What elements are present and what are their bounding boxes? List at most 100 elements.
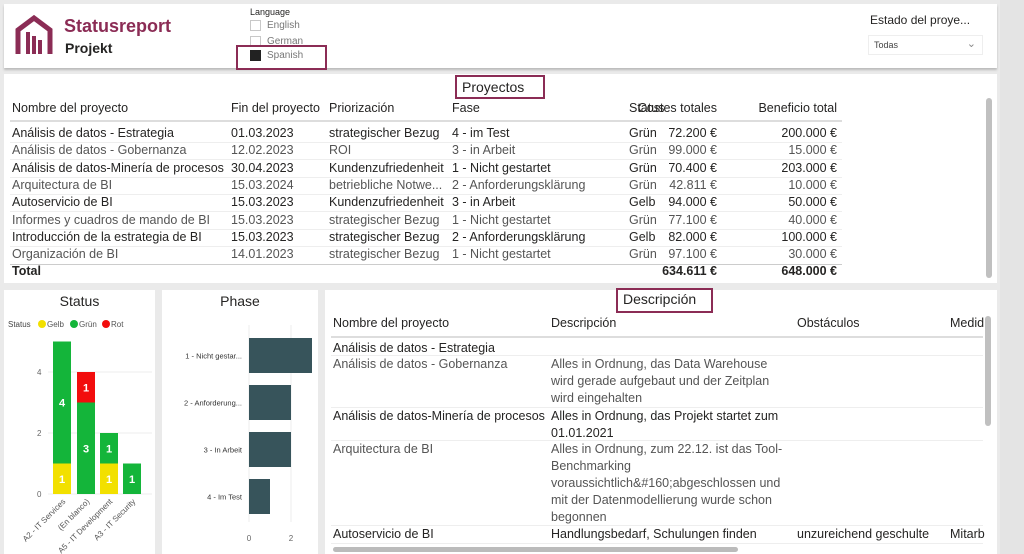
table-cell: Informes y cuadros de mando de BI	[12, 212, 211, 227]
table-row[interactable]: Autoservicio de BI Handlungsbedarf, Schul…	[325, 526, 985, 544]
status-chart-panel: Status Status Gelb Grün Rot 0 2 4 1 4 A2 - IT Ser…	[4, 290, 155, 554]
column-header[interactable]: Fin del proyecto	[231, 101, 320, 115]
table-cell: 77.100 €	[668, 212, 717, 227]
legend-label: Rot	[111, 320, 124, 329]
table-cell: 2 - Anforderungsklärung	[452, 229, 586, 244]
table-cell: Análisis de datos - Gobernanza	[333, 357, 508, 371]
table-row[interactable]: Arquitectura de BI 15.03.2024 betriebliche…	[4, 178, 844, 195]
table-cell: 100.000 €	[781, 229, 837, 244]
projects-table-panel: Proyectos Nombre del proyecto Fin del pro…	[4, 74, 997, 283]
table-cell: strategischer Bezug	[329, 126, 440, 140]
language-option-english[interactable]: English	[250, 20, 300, 31]
highlight-box	[455, 75, 545, 99]
table-cell: 12.02.2023	[231, 143, 294, 158]
table-cell: Alles in Ordnung, zum 22.12. ist das Too…	[551, 442, 783, 524]
language-label: Language	[250, 7, 291, 17]
total-benefit: 648.000 €	[781, 264, 837, 278]
legend-label: Gelb	[47, 320, 64, 329]
x-tick-label: 0	[247, 534, 252, 543]
bar	[249, 432, 291, 467]
data-label: 1	[106, 443, 112, 455]
header-divider	[331, 336, 983, 338]
table-cell: 42.811 €	[669, 177, 717, 192]
table-cell: 15.03.2023	[231, 212, 294, 227]
x-tick-label: 2	[289, 534, 294, 543]
table-cell: Kundenzufriedenheit	[329, 195, 444, 210]
table-cell: 99.000 €	[668, 143, 717, 158]
table-row[interactable]: Autoservicio de BI 15.03.2023 Kundenzufrie…	[4, 195, 844, 212]
table-cell: Alles in Ordnung, das Projekt startet zu…	[551, 409, 779, 440]
y-tick-label: 1 - Nicht gestar...	[185, 352, 242, 361]
column-header[interactable]: Priorización	[329, 101, 394, 115]
phase-chart: 0 2 1 - Nicht gestar... 2 - Anforderung... 3…	[184, 325, 312, 543]
table-cell: 203.000 €	[781, 160, 837, 175]
table-cell: Grün	[629, 177, 657, 192]
table-row[interactable]: Análisis de datos - Gobernanza 12.02.2023…	[4, 143, 844, 160]
legend-marker	[70, 320, 78, 328]
table-cell: 30.04.2023	[231, 160, 294, 175]
background-strip	[1000, 0, 1024, 554]
highlight-box	[236, 45, 327, 70]
table-cell: Gelb	[629, 229, 656, 244]
description-table-panel: Descripción Nombre del proyecto Descripci…	[325, 288, 997, 554]
y-tick-label: 3 - In Arbeit	[204, 446, 243, 455]
table-cell: 15.000 €	[788, 143, 837, 158]
y-tick-label: 0	[37, 490, 42, 499]
table-row[interactable]: Análisis de datos - Estrategia	[325, 340, 985, 356]
y-tick-label: 4	[37, 368, 42, 377]
table-cell: 70.400 €	[668, 160, 717, 175]
table-cell: strategischer Bezug	[329, 229, 440, 244]
table-cell: 30.000 €	[788, 247, 837, 262]
vertical-scrollbar[interactable]	[986, 98, 992, 278]
table-row[interactable]: Análisis de datos - Gobernanza Alles in O…	[325, 356, 985, 408]
column-header[interactable]: Nombre del proyecto	[12, 101, 128, 115]
table-cell: strategischer Bezug	[329, 212, 440, 227]
table-cell: Alles in Ordnung, das Data Warehouse wir…	[551, 357, 770, 405]
vertical-scrollbar[interactable]	[985, 316, 991, 426]
table-cell: 15.03.2024	[231, 177, 294, 192]
filter-value: Todas	[874, 40, 899, 50]
column-header[interactable]: Beneficio total	[758, 101, 837, 115]
table-row[interactable]: Informes y cuadros de mando de BI 15.03.2…	[4, 213, 844, 230]
table-cell: 3 - in Arbeit	[452, 195, 516, 210]
phase-chart-panel: Phase 021 - Nicht gestar... 2 - Anforderu…	[162, 290, 318, 554]
y-tick-label: 4 - Im Test	[207, 493, 243, 502]
column-header[interactable]: Nombre del proyecto	[333, 316, 449, 330]
data-label: 1	[59, 474, 65, 486]
bar	[249, 385, 291, 420]
table-cell: Arquitectura de BI	[12, 177, 113, 192]
table-row[interactable]: Arquitectura de BI Alles in Ordnung, zum …	[325, 441, 985, 526]
table-cell: Mitarb	[950, 527, 985, 541]
header-panel: Statusreport Projekt Language English Ge…	[4, 4, 997, 70]
table-cell: 4 - im Test	[452, 126, 510, 140]
table-row[interactable]: Análisis de datos-Minería de procesos 30.…	[4, 161, 844, 178]
horizontal-scrollbar[interactable]	[333, 547, 738, 552]
table-cell: Gelb	[629, 195, 656, 210]
table-cell: Autoservicio de BI	[12, 195, 113, 210]
column-header[interactable]: Descripción	[551, 316, 616, 330]
y-tick-label: 2	[37, 429, 42, 438]
table-row[interactable]: Organización de BI 14.01.2023 strategische…	[4, 247, 844, 264]
legend-label: Grün	[79, 320, 97, 329]
bar	[249, 479, 270, 514]
checkbox[interactable]	[250, 20, 261, 31]
data-label: 1	[106, 474, 112, 486]
table-row[interactable]: Análisis de datos-Minería de procesos All…	[325, 408, 985, 441]
column-header[interactable]: Fase	[452, 101, 480, 115]
x-tick-label: A3 - IT Security	[92, 497, 137, 542]
logo-icon	[15, 14, 53, 54]
table-cell: Análisis de datos - Gobernanza	[12, 143, 187, 158]
table-cell: strategischer Bezug	[329, 247, 440, 262]
column-header[interactable]: Obstáculos	[797, 316, 860, 330]
data-label: 1	[83, 382, 89, 394]
column-header[interactable]: Medid	[950, 316, 984, 330]
filter-dropdown[interactable]: Todas ⌄	[868, 35, 983, 55]
option-label: English	[267, 20, 300, 32]
legend-title: Status	[8, 320, 31, 329]
header-divider	[10, 120, 842, 122]
column-header[interactable]: Costes totales	[638, 101, 717, 115]
table-cell: 15.03.2023	[231, 229, 294, 244]
app-subtitle: Projekt	[65, 40, 113, 56]
table-row[interactable]: Introducción de la estrategia de BI 15.03…	[4, 230, 844, 247]
table-row[interactable]: Análisis de datos - Estrategia 01.03.2023…	[4, 126, 844, 143]
